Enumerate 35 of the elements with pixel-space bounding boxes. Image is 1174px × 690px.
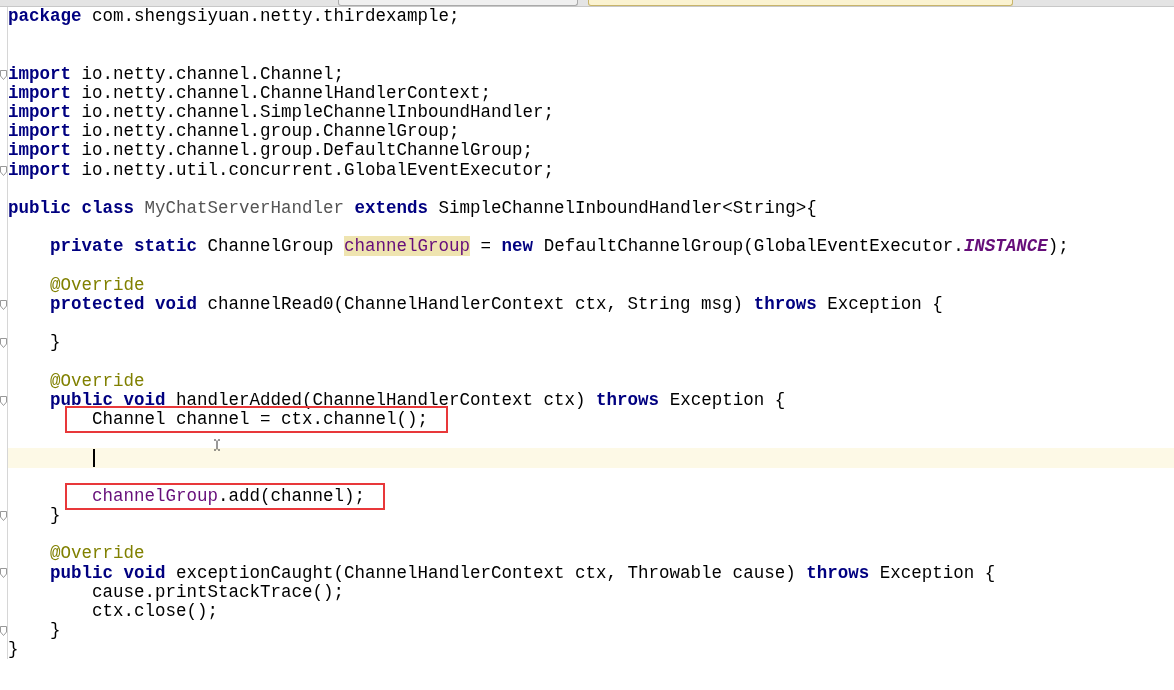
fold-icon[interactable] xyxy=(0,69,7,80)
text-caret xyxy=(93,448,95,467)
code-line: public class MyChatServerHandler extends SimpleChannelInboundHandler<String>{ xyxy=(8,198,817,218)
code-line: protected void channelRead0(ChannelHandlerContext ctx, String msg) throws Exception { xyxy=(49,294,943,314)
code-line: import io.netty.channel.group.ChannelGroup; xyxy=(8,122,460,142)
code-line: } xyxy=(49,333,61,353)
code-line: private static ChannelGroup channelGroup = new DefaultChannelGroup(GlobalEventExecutor.INSTANCE); xyxy=(49,237,1069,257)
fold-icon[interactable] xyxy=(0,568,7,579)
code-line: @Override xyxy=(49,371,145,391)
code-line: import io.netty.channel.ChannelHandlerContext; xyxy=(8,83,492,103)
code-line: } xyxy=(49,621,61,641)
code-line: import io.netty.channel.SimpleChannelInboundHandler; xyxy=(8,103,555,123)
editor-tab[interactable] xyxy=(588,0,1013,6)
editor-tab[interactable] xyxy=(338,0,578,6)
code-line: package com.shengsiyuan.netty.thirdexample; xyxy=(8,7,460,27)
code-line: import io.netty.channel.Channel; xyxy=(8,64,345,84)
code-line: @Override xyxy=(49,544,145,564)
text-cursor-icon xyxy=(213,439,221,452)
code-line: Channel channel = ctx.channel(); xyxy=(91,410,429,430)
fold-icon[interactable] xyxy=(0,299,7,310)
fold-icon[interactable] xyxy=(0,626,7,636)
fold-icon[interactable] xyxy=(0,338,7,349)
fold-icon[interactable] xyxy=(0,395,7,406)
code-line: channelGroup.add(channel); xyxy=(91,486,366,506)
code-line: } xyxy=(8,640,19,660)
fold-icon[interactable] xyxy=(0,510,7,521)
code-line: import io.netty.util.concurrent.GlobalEventExecutor; xyxy=(8,160,555,180)
fold-icon[interactable] xyxy=(0,165,7,176)
code-line: public void exceptionCaught(ChannelHandlerContext ctx, Throwable cause) throws Exception { xyxy=(49,563,996,583)
code-line: public void handlerAdded(ChannelHandlerContext ctx) throws Exception { xyxy=(49,390,786,410)
code-line: import io.netty.channel.group.DefaultChannelGroup; xyxy=(8,141,534,161)
code-line: @Override xyxy=(49,275,145,295)
code-line: } xyxy=(49,505,61,525)
code-line: ctx.close(); xyxy=(91,601,219,621)
code-line: cause.printStackTrace(); xyxy=(92,582,345,602)
